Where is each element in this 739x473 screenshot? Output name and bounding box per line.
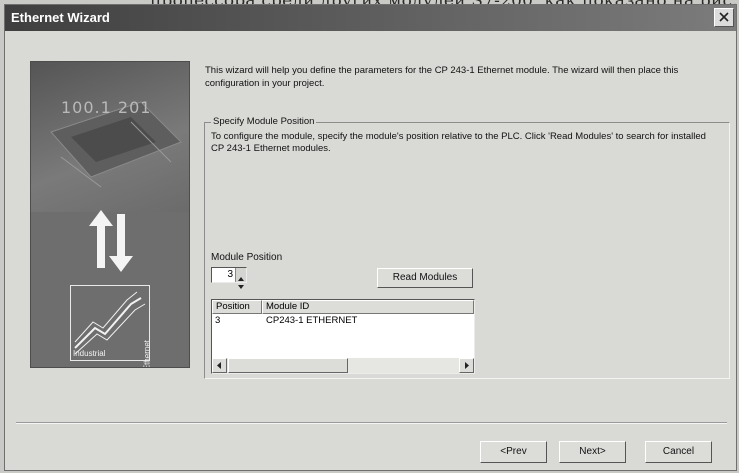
scroll-left-button[interactable] (212, 358, 227, 373)
close-button[interactable] (714, 8, 734, 27)
intro-text: This wizard will help you define the par… (205, 65, 679, 89)
transfer-arrows-icon (89, 210, 133, 272)
module-position-spinner[interactable]: 3 (211, 267, 247, 289)
ip-address-text: 100.1 201 (61, 98, 152, 117)
window-title: Ethernet Wizard (11, 10, 110, 25)
horizontal-scrollbar[interactable] (212, 358, 474, 373)
group-title: Specify Module Position (211, 116, 317, 127)
module-position-value[interactable]: 3 (227, 269, 233, 280)
next-button[interactable]: Next> (559, 441, 626, 463)
prev-button[interactable]: <Prev (480, 441, 547, 463)
row-position: 3 (215, 315, 221, 326)
spin-down-button[interactable] (236, 275, 246, 289)
circuit-board-image (50, 101, 182, 188)
module-position-group: Specify Module Position To configure the… (204, 116, 730, 379)
column-header-position[interactable]: Position (212, 300, 262, 314)
chevron-left-icon (217, 362, 221, 369)
wizard-graphic: 100.1 201 Industrial Ethernet (30, 61, 190, 368)
spinner-arrows (235, 268, 246, 289)
list-item[interactable]: 3 CP243-1 ETHERNET (212, 315, 474, 328)
industrial-label: Industrial (73, 349, 106, 358)
ethernet-wizard-dialog: Ethernet Wizard 100.1 201 Industrial Eth… (4, 4, 737, 471)
title-bar[interactable]: Ethernet Wizard (5, 5, 736, 31)
footer-separator (16, 422, 727, 424)
group-description: To configure the module, specify the mod… (211, 131, 706, 154)
chevron-right-icon (465, 362, 469, 369)
scrollbar-thumb[interactable] (228, 358, 348, 373)
list-header: Position Module ID (212, 300, 474, 314)
module-position-label: Module Position (211, 252, 283, 263)
close-icon (719, 12, 729, 22)
read-modules-button[interactable]: Read Modules (377, 268, 473, 288)
industrial-ethernet-logo: Industrial Ethernet (70, 285, 151, 367)
cancel-button[interactable]: Cancel (645, 441, 712, 463)
scroll-right-button[interactable] (459, 358, 474, 373)
arrow-down-icon (238, 285, 244, 289)
module-list[interactable]: Position Module ID 3 CP243-1 ETHERNET (211, 299, 475, 374)
row-module-id: CP243-1 ETHERNET (266, 315, 358, 326)
spin-up-button[interactable] (236, 268, 246, 281)
network-image: 100.1 201 (31, 62, 189, 212)
column-header-module-id[interactable]: Module ID (262, 300, 474, 314)
ethernet-label: Ethernet (142, 340, 151, 368)
